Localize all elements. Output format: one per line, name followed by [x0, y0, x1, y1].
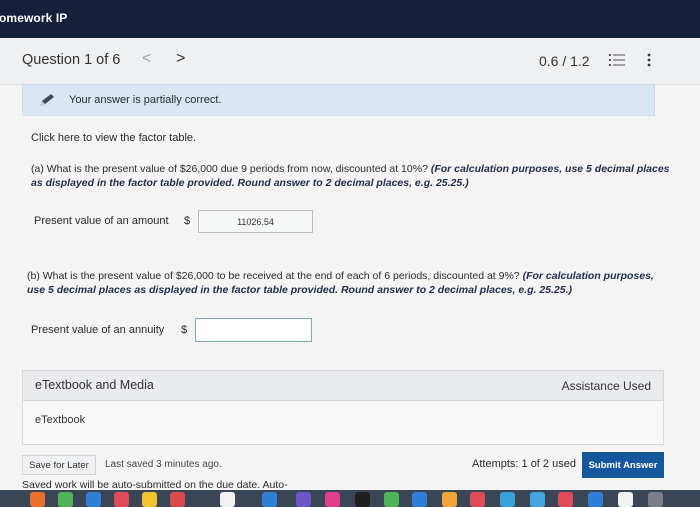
- etextbook-media-toggle[interactable]: eTextbook and Media: [35, 378, 154, 392]
- dock-app-icon[interactable]: [220, 492, 235, 507]
- next-question-button[interactable]: >: [176, 50, 185, 68]
- app-title: omework IP: [0, 11, 68, 25]
- question-a-prompt: (a) What is the present value of $26,000…: [31, 163, 428, 175]
- previous-question-button[interactable]: <: [142, 50, 151, 68]
- dock-app-icon[interactable]: [412, 492, 427, 507]
- present-value-annuity-input[interactable]: [195, 318, 312, 342]
- factor-table-link[interactable]: Click here to view the factor table.: [31, 132, 196, 144]
- dock-app-icon[interactable]: [530, 492, 545, 507]
- more-vertical-icon[interactable]: [646, 53, 652, 67]
- present-value-amount-label: Present value of an amount: [34, 215, 169, 227]
- pencil-icon: [40, 94, 54, 106]
- etextbook-panel: eTextbook and Media Assistance Used eTex…: [22, 370, 664, 445]
- dock-app-icon[interactable]: [500, 492, 515, 507]
- dock-app-icon[interactable]: [442, 492, 457, 507]
- question-counter: Question 1 of 6: [22, 52, 121, 68]
- dock-app-icon[interactable]: [618, 492, 633, 507]
- dock-app-icon[interactable]: [58, 492, 73, 507]
- dock-app-icon[interactable]: [262, 492, 277, 507]
- dock-app-icon[interactable]: [588, 492, 603, 507]
- question-a-text: (a) What is the present value of $26,000…: [31, 162, 671, 190]
- dock-app-icon[interactable]: [648, 492, 663, 507]
- etextbook-link[interactable]: eTextbook: [35, 414, 85, 426]
- dock-app-icon[interactable]: [296, 492, 311, 507]
- currency-symbol-b: $: [181, 324, 188, 336]
- feedback-message: Your answer is partially correct.: [69, 94, 222, 106]
- last-saved-status: Last saved 3 minutes ago.: [105, 459, 222, 470]
- present-value-amount-input[interactable]: [198, 210, 313, 233]
- question-b-text: (b) What is the present value of $26,000…: [27, 269, 667, 297]
- question-navigation-bar: Question 1 of 6 < > 0.6 / 1.2: [0, 38, 700, 85]
- dock-app-icon[interactable]: [384, 492, 399, 507]
- present-value-annuity-label: Present value of an annuity: [31, 324, 165, 336]
- attempts-counter: Attempts: 1 of 2 used: [472, 458, 576, 470]
- list-icon[interactable]: [609, 53, 625, 67]
- dock-app-icon[interactable]: [170, 492, 185, 507]
- currency-symbol-a: $: [184, 215, 191, 227]
- answer-footer: Save for Later Last saved 3 minutes ago.…: [0, 450, 700, 491]
- dock-app-icon[interactable]: [86, 492, 101, 507]
- dock-app-icon[interactable]: [355, 492, 370, 507]
- dock-app-icon[interactable]: [325, 492, 340, 507]
- save-for-later-button[interactable]: Save for Later: [22, 455, 96, 475]
- assistance-used-label: Assistance Used: [561, 379, 651, 393]
- score-display: 0.6 / 1.2: [539, 53, 590, 69]
- dock-app-icon[interactable]: [470, 492, 485, 507]
- dock-app-icon[interactable]: [114, 492, 129, 507]
- app-header: omework IP: [0, 0, 700, 38]
- dock-app-icon[interactable]: [558, 492, 573, 507]
- etextbook-header: eTextbook and Media Assistance Used: [23, 371, 663, 401]
- dock-app-icon[interactable]: [142, 492, 157, 507]
- os-dock: [0, 490, 700, 507]
- dock-app-icon[interactable]: [30, 492, 45, 507]
- feedback-banner: Your answer is partially correct.: [22, 84, 655, 116]
- question-b-prompt: (b) What is the present value of $26,000…: [27, 270, 520, 282]
- submit-answer-button[interactable]: Submit Answer: [582, 452, 664, 478]
